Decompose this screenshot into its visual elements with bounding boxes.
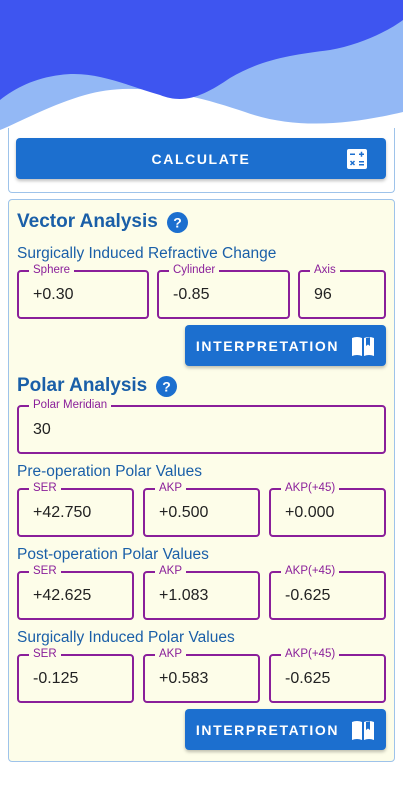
vector-analysis-title: Vector Analysis <box>17 211 158 232</box>
vector-analysis-heading: Vector Analysis ? <box>17 211 188 233</box>
induced-akp45-field[interactable]: AKP(+45) -0.625 <box>269 647 386 703</box>
induced-title: Surgically Induced Polar Values <box>17 629 235 646</box>
axis-label: Axis <box>310 263 340 277</box>
axis-field[interactable]: Axis 96 <box>298 263 386 319</box>
header-wave-decoration <box>0 0 403 130</box>
induced-ser-field[interactable]: SER -0.125 <box>17 647 134 703</box>
svg-text:?: ? <box>173 214 182 230</box>
sphere-field[interactable]: Sphere +0.30 <box>17 263 149 319</box>
ser-label: SER <box>29 564 61 578</box>
cylinder-field[interactable]: Cylinder -0.85 <box>157 263 290 319</box>
sphere-label: Sphere <box>29 263 75 277</box>
post-op-ser-value: +42.625 <box>33 587 92 604</box>
help-icon[interactable]: ? <box>156 375 178 397</box>
axis-value: 96 <box>314 286 332 303</box>
akp45-label: AKP(+45) <box>281 564 340 578</box>
book-open-icon <box>352 336 375 356</box>
akp45-label: AKP(+45) <box>281 647 340 661</box>
cylinder-value: -0.85 <box>173 286 210 303</box>
vector-interpretation-label: INTERPRETATION <box>195 337 340 354</box>
calculator-icon <box>347 149 367 169</box>
post-op-ser-field[interactable]: SER +42.625 <box>17 564 134 620</box>
polar-meridian-label: Polar Meridian <box>29 398 112 412</box>
post-op-akp-value: +1.083 <box>159 587 209 604</box>
akp-label: AKP <box>155 647 187 661</box>
induced-akp45-value: -0.625 <box>285 670 331 687</box>
pre-op-akp45-value: +0.000 <box>285 504 335 521</box>
post-op-akp-field[interactable]: AKP +1.083 <box>143 564 260 620</box>
calculate-button-label: CALCULATE <box>151 150 251 167</box>
pre-op-ser-value: +42.750 <box>33 504 92 521</box>
polar-interpretation-button[interactable]: INTERPRETATION <box>185 709 386 750</box>
post-op-akp45-field[interactable]: AKP(+45) -0.625 <box>269 564 386 620</box>
akp-label: AKP <box>155 481 187 495</box>
post-op-akp45-value: -0.625 <box>285 587 331 604</box>
sphere-value: +0.30 <box>33 286 74 303</box>
pre-op-akp45-field[interactable]: AKP(+45) +0.000 <box>269 481 386 537</box>
polar-meridian-field[interactable]: Polar Meridian 30 <box>17 398 386 454</box>
polar-interpretation-label: INTERPRETATION <box>195 721 340 738</box>
akp-label: AKP <box>155 564 187 578</box>
help-icon[interactable]: ? <box>166 211 188 233</box>
pre-op-title: Pre-operation Polar Values <box>17 463 202 480</box>
pre-op-akp-value: +0.500 <box>159 504 209 521</box>
ser-label: SER <box>29 647 61 661</box>
vector-analysis-subtitle: Surgically Induced Refractive Change <box>17 245 277 262</box>
polar-analysis-title: Polar Analysis <box>17 375 148 396</box>
akp45-label: AKP(+45) <box>281 481 340 495</box>
induced-akp-value: +0.583 <box>159 670 209 687</box>
book-open-icon <box>352 720 375 740</box>
induced-ser-value: -0.125 <box>33 670 79 687</box>
vector-interpretation-button[interactable]: INTERPRETATION <box>185 325 386 366</box>
calculate-button[interactable]: CALCULATE <box>16 138 386 179</box>
cylinder-label: Cylinder <box>169 263 220 277</box>
polar-analysis-heading: Polar Analysis ? <box>17 375 178 397</box>
polar-meridian-value: 30 <box>33 421 51 438</box>
svg-text:?: ? <box>162 378 171 394</box>
induced-akp-field[interactable]: AKP +0.583 <box>143 647 260 703</box>
pre-op-ser-field[interactable]: SER +42.750 <box>17 481 134 537</box>
pre-op-akp-field[interactable]: AKP +0.500 <box>143 481 260 537</box>
post-op-title: Post-operation Polar Values <box>17 546 209 563</box>
ser-label: SER <box>29 481 61 495</box>
